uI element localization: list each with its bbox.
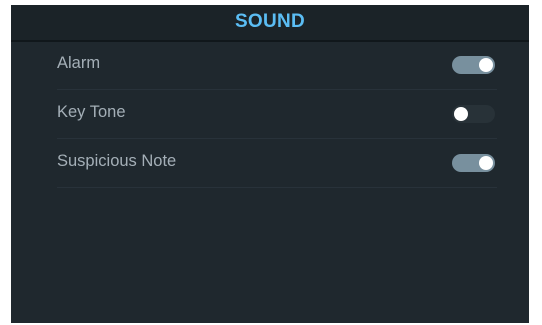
setting-row-alarm: Alarm: [57, 40, 497, 90]
suspicious-note-toggle[interactable]: [452, 154, 495, 172]
toggle-knob: [454, 107, 468, 121]
setting-row-suspicious-note: Suspicious Note: [57, 138, 497, 188]
toggle-knob: [479, 156, 493, 170]
toggle-knob: [479, 58, 493, 72]
setting-label-alarm: Alarm: [57, 54, 101, 72]
page-title: SOUND: [234, 11, 306, 32]
sound-settings-panel: SOUND Alarm Key Tone Suspicious Note: [11, 5, 529, 323]
alarm-toggle[interactable]: [452, 56, 495, 74]
setting-label-key-tone: Key Tone: [57, 103, 126, 121]
setting-label-suspicious-note: Suspicious Note: [57, 152, 177, 170]
panel-header: SOUND: [11, 5, 529, 42]
setting-row-key-tone: Key Tone: [57, 89, 497, 139]
key-tone-toggle[interactable]: [452, 105, 495, 123]
